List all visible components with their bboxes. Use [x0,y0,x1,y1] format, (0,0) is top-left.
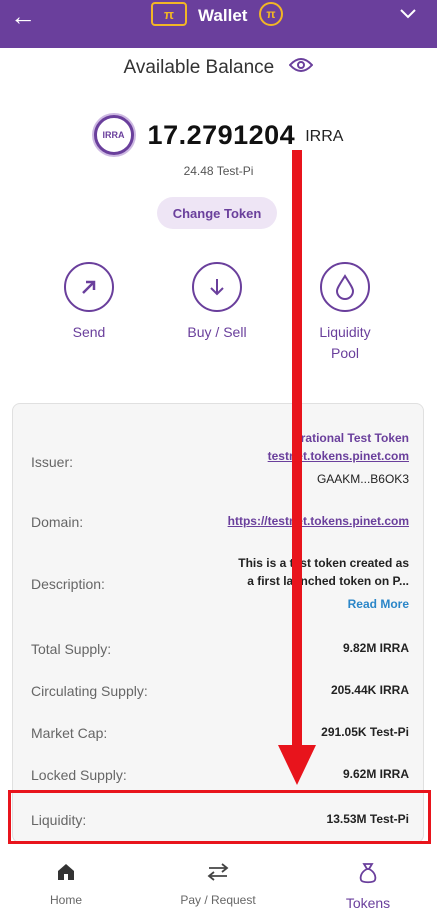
header-title: Wallet [198,6,248,25]
description-line-2: a first launched token on P... [247,574,409,588]
liquidity-pool-circle[interactable] [320,262,370,312]
back-arrow-icon[interactable]: ← [10,3,36,29]
domain-link-text[interactable]: https://testnet.tokens.pinet.com [228,514,409,528]
liquidity-pool-action[interactable]: Liquidity Pool [300,262,390,364]
arrow-up-right-icon [82,280,96,294]
nav-home-label: Home [49,893,82,907]
issuer-name: Irrational Test Token [293,431,409,445]
app-header: ← π Wallet π [0,0,437,48]
circulating-supply-label: Circulating Supply: [31,683,148,699]
swap-arrows-icon [207,863,229,881]
circulating-supply-value: 205.44K IRRA [330,683,409,697]
token-details-card: Issuer: Irrational Test Token testnet.to… [12,403,424,843]
read-more-text[interactable]: Read More [348,597,409,611]
read-more-link[interactable]: Read More [348,597,409,611]
description-line-1: This is a test token created as [238,556,409,570]
issuer-domain-text[interactable]: testnet.tokens.pinet.com [268,449,409,463]
droplet-icon [335,274,355,300]
buy-sell-action[interactable]: Buy / Sell [172,262,262,343]
issuer-domain-link[interactable]: testnet.tokens.pinet.com [268,449,409,463]
token-bag-icon [359,863,377,884]
token-logo: IRRA [93,115,134,155]
annotation-arrow-shaft [292,150,302,750]
issuer-label: Issuer: [31,454,74,470]
liquidity-pool-label: Liquidity Pool [319,324,371,361]
nav-pay-request-label: Pay / Request [180,893,256,907]
annotation-arrow-head [278,745,316,785]
nav-tokens[interactable]: Tokens [318,862,418,911]
buy-sell-label: Buy / Sell [187,324,247,340]
home-icon [58,864,74,880]
nav-tokens-label: Tokens [345,895,391,911]
balance-amount: 17.2791204 [147,119,296,150]
description-label: Description: [31,576,105,592]
locked-supply-value: 9.62M IRRA [342,767,409,781]
token-logo-text: IRRA [102,130,125,140]
domain-link[interactable]: https://testnet.tokens.pinet.com [228,514,409,528]
buy-sell-circle[interactable] [192,262,242,312]
balance-row: IRRA 17.2791204 IRRA [0,115,437,155]
available-balance-row: Available Balance [0,57,437,79]
chevron-down-icon[interactable] [399,2,417,25]
annotation-highlight-box [8,790,431,844]
domain-label: Domain: [31,514,84,530]
total-supply-label: Total Supply: [31,641,112,657]
available-balance-label: Available Balance [123,57,275,79]
balance-unit: IRRA [305,128,344,145]
market-cap-value: 291.05K Test-Pi [321,725,409,739]
issuer-name-text: Irrational Test Token [292,431,409,445]
change-token-button[interactable]: Change Token [157,197,277,229]
wallet-logo-icon: π [151,2,187,26]
market-cap-label: Market Cap: [31,725,108,741]
pi-coin-icon: π [259,2,283,26]
test-pi-equivalent: 24.48 Test-Pi [183,164,254,178]
arrow-down-icon [210,279,224,296]
eye-icon[interactable] [289,57,314,79]
bottom-nav: Home Pay / Request Tokens [0,852,437,915]
send-circle[interactable] [64,262,114,312]
send-action[interactable]: Send [44,262,134,343]
total-supply-value: 9.82M IRRA [342,641,409,655]
pi-coin-glyph: π [266,7,276,21]
wallet-logo-glyph: π [164,6,174,22]
issuer-key: GAAKM...B6OK3 [316,472,409,486]
send-label: Send [72,324,106,340]
nav-home[interactable]: Home [16,862,116,907]
nav-pay-request[interactable]: Pay / Request [168,862,268,907]
locked-supply-label: Locked Supply: [31,767,127,783]
